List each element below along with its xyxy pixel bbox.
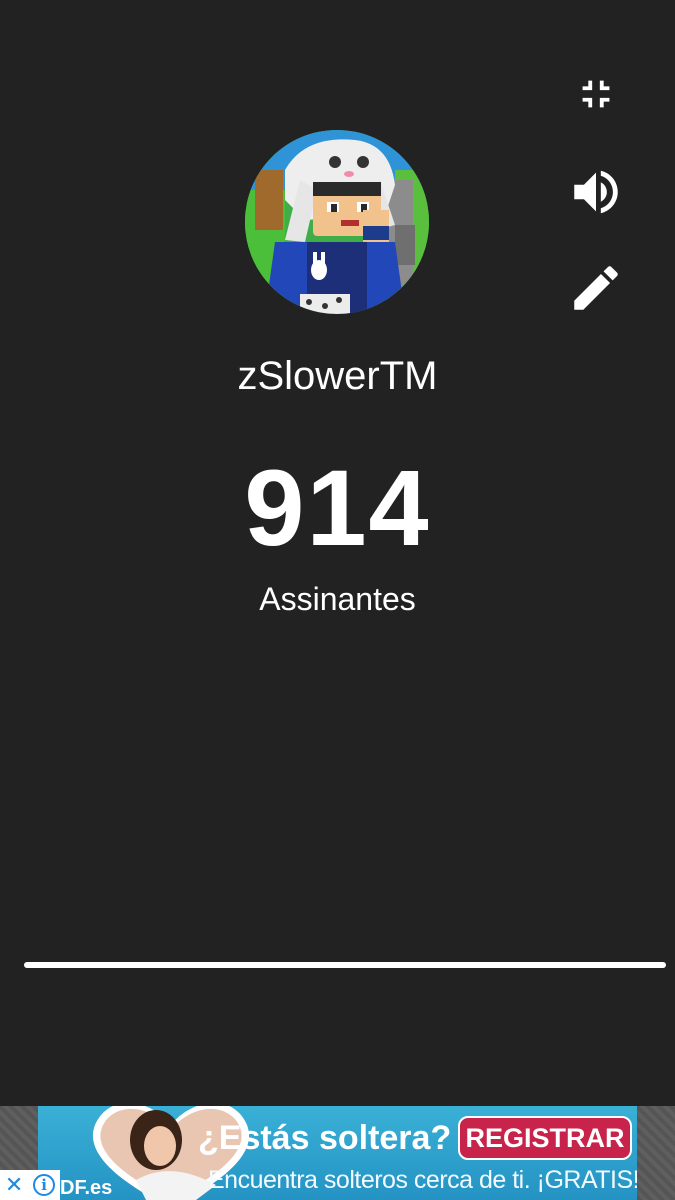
fullscreen-exit-icon <box>582 80 610 108</box>
ad-register-button[interactable]: REGISTRAR <box>458 1116 632 1160</box>
subscriber-counter-screen: zSlowerTM 914 Assinantes ¿Estás soltera?… <box>0 0 675 1200</box>
progress-fill <box>24 962 666 968</box>
ad-subline: Encuentra solteros cerca de ti. ¡GRATIS! <box>208 1166 637 1194</box>
avatar-image <box>245 130 429 314</box>
edit-button[interactable] <box>566 258 626 318</box>
volume-button[interactable] <box>566 162 626 222</box>
channel-avatar <box>245 130 429 314</box>
ad-headline: ¿Estás soltera? <box>198 1119 452 1157</box>
collapse-fullscreen-button[interactable] <box>566 64 626 124</box>
ad-brand: DF.es <box>60 1177 113 1199</box>
channel-name: zSlowerTM <box>237 354 438 398</box>
ad-creative[interactable]: ¿Estás soltera? REGISTRAR Encuentra solt… <box>38 1106 637 1200</box>
ad-info-icon[interactable]: i <box>33 1174 56 1196</box>
volume-icon <box>574 170 618 214</box>
ad-banner[interactable]: ¿Estás soltera? REGISTRAR Encuentra solt… <box>0 1106 675 1200</box>
ad-choices[interactable]: ✕ i <box>0 1170 60 1200</box>
ad-close-icon[interactable]: ✕ <box>5 1172 23 1198</box>
subscriber-label: Assinantes <box>259 581 416 617</box>
subscriber-count: 914 <box>244 447 431 568</box>
progress-bar <box>24 962 666 968</box>
pencil-icon <box>574 266 618 310</box>
ad-side-pattern-right <box>637 1106 675 1200</box>
